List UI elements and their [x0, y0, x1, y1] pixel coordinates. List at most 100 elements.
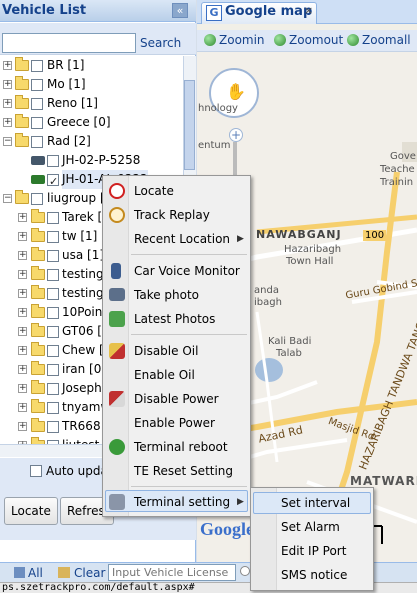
menu-item-te-reset-setting[interactable]: TE Reset Setting: [103, 460, 250, 482]
menu-item-latest-photos[interactable]: Latest Photos: [103, 308, 250, 330]
expand-plus-icon[interactable]: +: [18, 232, 27, 241]
map-label: Gove: [390, 151, 416, 162]
terminal-setting-submenu: Set interval Set Alarm Edit IP Port SMS …: [250, 487, 374, 591]
search-input[interactable]: [2, 33, 136, 53]
expand-plus-icon[interactable]: +: [18, 270, 27, 279]
double-chevron-left-icon[interactable]: «: [172, 3, 188, 18]
group-checkbox[interactable]: [31, 60, 43, 72]
search-button[interactable]: Search: [140, 36, 181, 50]
expand-plus-icon[interactable]: +: [18, 346, 27, 355]
group-checkbox[interactable]: [31, 117, 43, 129]
expand-plus-icon[interactable]: +: [3, 99, 12, 108]
group-checkbox[interactable]: [31, 98, 43, 110]
menu-item-disable-oil[interactable]: Disable Oil: [103, 340, 250, 362]
tab-label: Google map: [225, 4, 313, 19]
map-label: entum: [198, 140, 231, 151]
zoomout-button[interactable]: Zoomout: [289, 33, 343, 47]
zoomin-button[interactable]: Zoomin: [219, 33, 265, 47]
group-checkbox[interactable]: [47, 383, 59, 395]
expand-plus-icon[interactable]: +: [18, 251, 27, 260]
map-label: Talab: [276, 348, 302, 359]
group-checkbox[interactable]: [47, 307, 59, 319]
menu-item-terminal-setting[interactable]: Terminal setting ▶: [103, 491, 250, 513]
map-label: ibagh: [254, 297, 282, 308]
group-checkbox[interactable]: [47, 269, 59, 281]
expand-plus-icon[interactable]: +: [18, 308, 27, 317]
folder-icon: [15, 57, 29, 71]
tree-scroll-thumb[interactable]: [184, 80, 195, 170]
submenu-item-edit-ip-port[interactable]: Edit IP Port: [251, 540, 373, 562]
group-checkbox[interactable]: [31, 136, 43, 148]
vehicle-checkbox[interactable]: [47, 172, 59, 191]
tree-group-row[interactable]: + Greece [0]: [0, 113, 183, 132]
submenu-item-set-interval[interactable]: Set interval: [251, 492, 373, 514]
group-checkbox[interactable]: [31, 79, 43, 91]
tree-group-row[interactable]: + Reno [1]: [0, 94, 183, 113]
menu-item-label: Enable Power: [134, 416, 215, 430]
road-shield-100: 100: [363, 230, 387, 241]
expand-plus-icon[interactable]: +: [18, 327, 27, 336]
menu-item-track-replay[interactable]: Track Replay: [103, 204, 250, 226]
google-attribution-logo: Google: [200, 519, 254, 539]
submenu-item-sms-notice[interactable]: SMS notice: [251, 564, 373, 586]
submenu-item-set-alarm[interactable]: Set Alarm: [251, 516, 373, 538]
expand-plus-icon[interactable]: +: [3, 118, 12, 127]
map-label: NAWABGANJ: [256, 228, 342, 241]
submenu-arrow-icon: ▶: [237, 234, 244, 244]
tree-group-row[interactable]: + Mo [1]: [0, 75, 183, 94]
group-checkbox[interactable]: [31, 193, 43, 205]
expand-plus-icon[interactable]: +: [18, 289, 27, 298]
expand-plus-icon[interactable]: +: [18, 213, 27, 222]
menu-item-label: Take photo: [134, 288, 200, 302]
vehicle-checkbox[interactable]: [47, 155, 59, 167]
all-button[interactable]: All: [28, 566, 43, 580]
folder-icon: [31, 418, 45, 432]
group-checkbox[interactable]: [47, 231, 59, 243]
map-label: Trainin: [380, 177, 414, 188]
auto-update-label: Auto upda: [46, 464, 108, 478]
map-label: Town Hall: [286, 256, 334, 267]
zoomin-icon: [204, 34, 216, 46]
group-checkbox[interactable]: [47, 421, 59, 433]
clear-button[interactable]: Clear: [74, 566, 105, 580]
group-checkbox[interactable]: [47, 402, 59, 414]
zoomall-button[interactable]: Zoomall: [362, 33, 411, 47]
tree-group-row[interactable]: + BR [1]: [0, 56, 183, 75]
expand-plus-icon[interactable]: +: [18, 403, 27, 412]
group-checkbox[interactable]: [47, 212, 59, 224]
locate-button[interactable]: Locate: [4, 497, 58, 525]
menu-item-take-photo[interactable]: Take photo: [103, 284, 250, 306]
group-checkbox[interactable]: [47, 288, 59, 300]
group-checkbox[interactable]: [47, 250, 59, 262]
reboot-icon: [109, 439, 125, 455]
close-icon[interactable]: ×: [304, 4, 313, 17]
expand-plus-icon[interactable]: +: [3, 80, 12, 89]
expand-plus-icon[interactable]: +: [3, 61, 12, 70]
menu-item-enable-power[interactable]: Enable Power: [103, 412, 250, 434]
group-checkbox[interactable]: [47, 364, 59, 376]
map-zoom-plus-icon[interactable]: +: [229, 128, 243, 142]
vehicle-license-input[interactable]: [108, 564, 236, 581]
menu-item-enable-oil[interactable]: Enable Oil: [103, 364, 250, 386]
auto-update-checkbox[interactable]: [30, 465, 42, 477]
map-label: anda: [254, 285, 279, 296]
collapse-minus-icon[interactable]: −: [3, 137, 12, 146]
expand-plus-icon[interactable]: +: [18, 365, 27, 374]
group-checkbox[interactable]: [47, 326, 59, 338]
group-checkbox[interactable]: [47, 345, 59, 357]
menu-item-locate[interactable]: Locate: [103, 180, 250, 202]
menu-item-car-voice-monitor[interactable]: Car Voice Monitor: [103, 260, 250, 282]
expand-plus-icon[interactable]: +: [18, 422, 27, 431]
expand-plus-icon[interactable]: +: [18, 384, 27, 393]
menu-item-label: TE Reset Setting: [134, 464, 234, 478]
collapse-minus-icon[interactable]: −: [3, 194, 12, 203]
menu-item-terminal-reboot[interactable]: Terminal reboot: [103, 436, 250, 458]
menu-item-recent-location[interactable]: Recent Location ▶: [103, 228, 250, 250]
menu-item-disable-power[interactable]: Disable Power: [103, 388, 250, 410]
tree-group-label: Chew [: [62, 343, 104, 357]
map-label: Hazaribagh: [284, 244, 342, 255]
tree-group-row[interactable]: − Rad [2]: [0, 132, 183, 151]
folder-icon: [15, 95, 29, 109]
tree-vehicle-row[interactable]: JH-02-P-5258: [0, 151, 183, 170]
radio-icon[interactable]: [240, 566, 250, 576]
